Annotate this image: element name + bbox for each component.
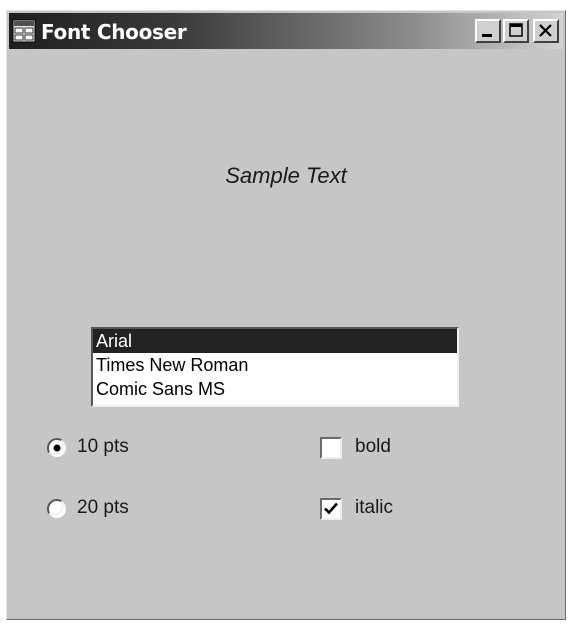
maximize-icon: [509, 23, 523, 37]
font-listbox[interactable]: Arial Times New Roman Comic Sans MS: [91, 327, 459, 407]
font-list-item-arial[interactable]: Arial: [93, 329, 457, 353]
close-icon: [539, 24, 552, 37]
checkmark-icon: [324, 502, 338, 515]
radio-selected-icon: [46, 437, 66, 457]
radio-20pts-label[interactable]: 20 pts: [77, 497, 129, 519]
minimize-button[interactable]: [475, 19, 501, 43]
app-icon[interactable]: [12, 19, 36, 43]
close-button[interactable]: [533, 19, 559, 43]
maximize-button[interactable]: [503, 19, 529, 43]
italic-checkbox[interactable]: [320, 498, 342, 520]
radio-10pts-label[interactable]: 10 pts: [77, 436, 129, 458]
window-title: Font Chooser: [41, 20, 187, 44]
font-list-item-times-new-roman[interactable]: Times New Roman: [93, 353, 457, 377]
sample-text-preview: Sample Text: [225, 163, 347, 188]
minimize-icon: [482, 34, 492, 37]
font-chooser-window: Font Chooser Sample Text Arial Times New…: [6, 10, 566, 620]
title-bar[interactable]: Font Chooser: [9, 13, 563, 49]
italic-checkbox-label[interactable]: italic: [355, 497, 393, 519]
bold-checkbox[interactable]: [320, 437, 342, 459]
bold-checkbox-label[interactable]: bold: [355, 436, 391, 458]
font-list-item-comic-sans-ms[interactable]: Comic Sans MS: [93, 377, 457, 401]
radio-20pts[interactable]: [45, 497, 69, 521]
radio-10pts[interactable]: [45, 436, 69, 460]
radio-unselected-icon: [46, 498, 66, 518]
